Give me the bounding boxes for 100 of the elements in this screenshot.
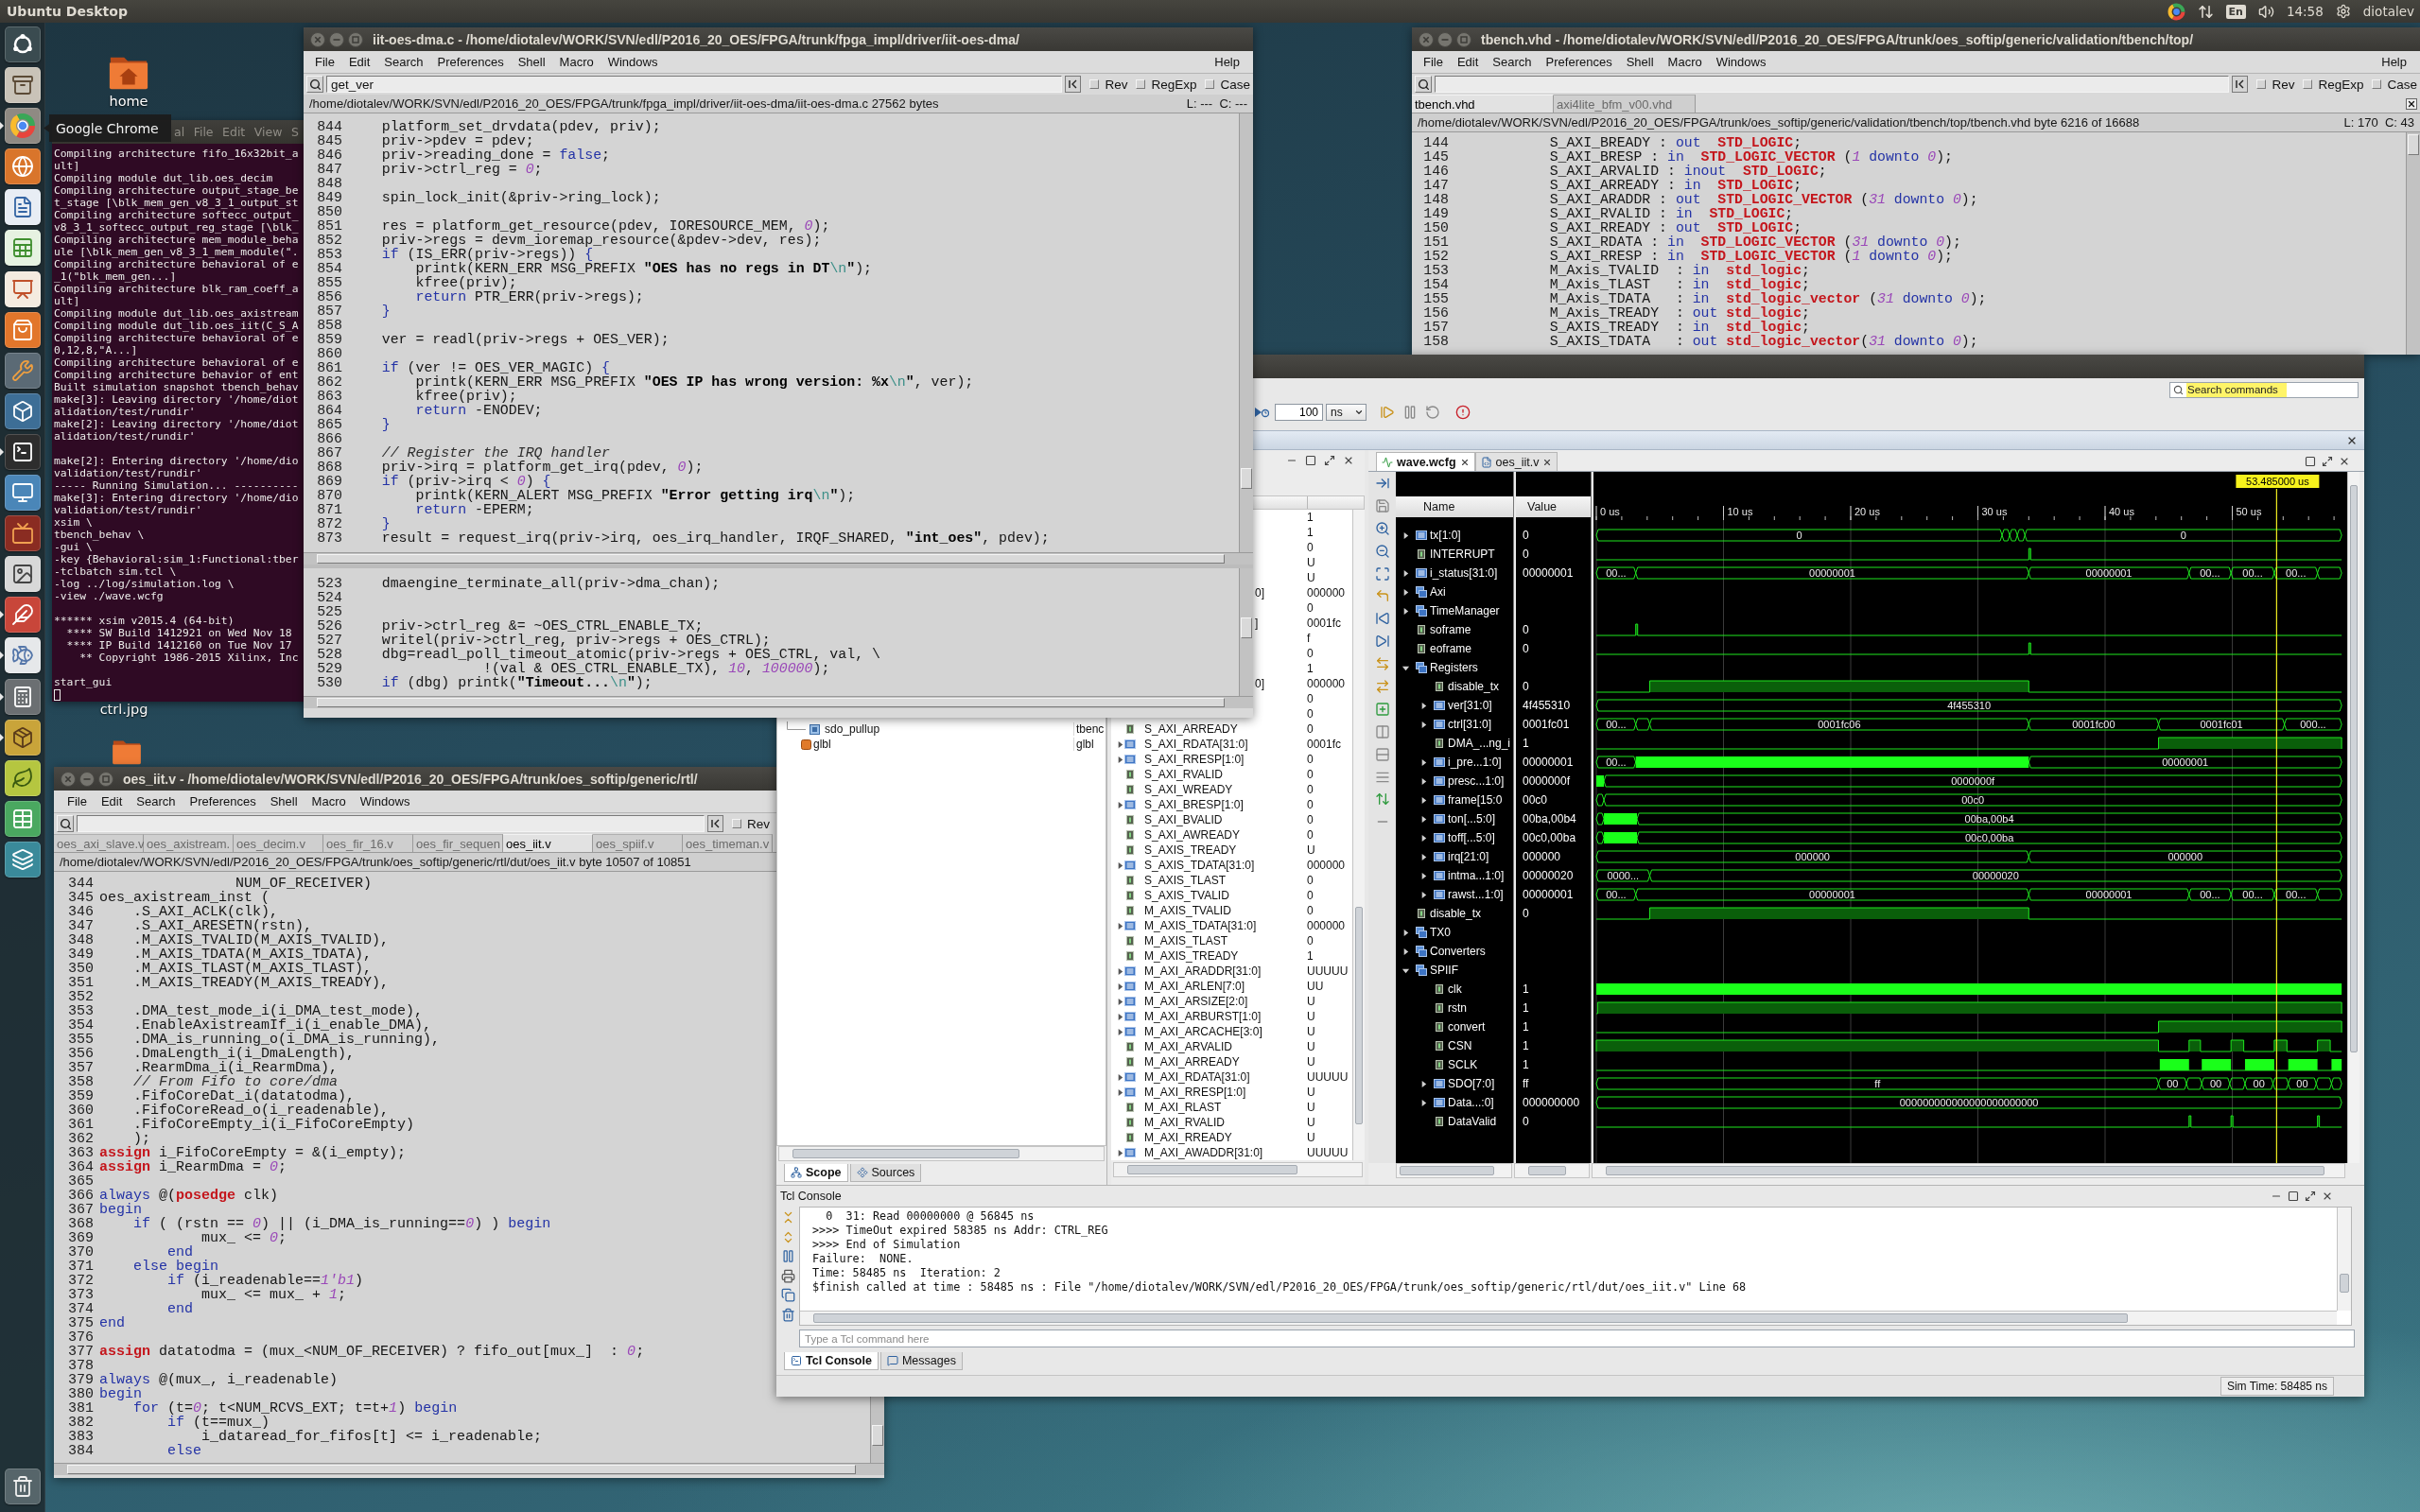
horizontal-scrollbar[interactable]	[304, 696, 1253, 708]
toggle-arrow-icon[interactable]	[1419, 814, 1428, 824]
maximize-icon[interactable]	[1305, 455, 1316, 466]
search-icon[interactable]	[1415, 76, 1432, 93]
window-close-icon[interactable]	[61, 771, 76, 787]
signal-name[interactable]: disable_tx	[1448, 680, 1500, 693]
plus-square-icon[interactable]	[1374, 701, 1390, 717]
toggle-arrow-icon[interactable]	[1116, 1087, 1124, 1097]
chevron-bar-icon[interactable]	[1065, 76, 1082, 93]
signal-name[interactable]: S_AXI_ARREADY	[1144, 722, 1307, 736]
settings-icon[interactable]	[2335, 4, 2351, 19]
toggle-arrow-icon[interactable]	[1116, 739, 1124, 749]
file-tab[interactable]: oes_iit.v	[503, 834, 593, 852]
file-tab[interactable]: oes_fir_16.v	[323, 834, 413, 852]
menu-item[interactable]: File	[67, 794, 87, 808]
vertical-scrollbar[interactable]	[2337, 1208, 2351, 1311]
toggle-arrow-icon[interactable]	[1419, 852, 1428, 861]
menu-item[interactable]: File	[315, 55, 335, 69]
scope-name[interactable]: glbl	[813, 738, 1073, 751]
toggle-arrow-icon[interactable]	[1419, 757, 1428, 767]
signal-name[interactable]: DataValid	[1448, 1115, 1497, 1128]
image-icon[interactable]	[4, 556, 41, 593]
toggle-arrow-icon[interactable]	[1419, 1079, 1428, 1088]
spreadsheet-icon[interactable]	[4, 230, 41, 267]
menu-item[interactable]: Windows	[607, 55, 658, 69]
vertical-scrollbar[interactable]	[1352, 510, 1365, 1160]
signal-name[interactable]: M_AXI_ARREADY	[1144, 1055, 1307, 1069]
time-unit-select[interactable]: ns	[1326, 404, 1367, 421]
signal-name[interactable]: DMA_...ng_i	[1448, 737, 1511, 750]
fish-icon[interactable]	[4, 637, 41, 674]
document-tab[interactable]: oes_iit.v	[1474, 452, 1558, 471]
vertical-scrollbar[interactable]	[2347, 472, 2359, 1163]
toggle-arrow-icon[interactable]	[1116, 800, 1124, 809]
package-icon[interactable]	[4, 719, 41, 756]
skip-back-icon[interactable]	[1374, 611, 1390, 627]
run-time-field[interactable]: 100	[1275, 404, 1323, 421]
signal-name[interactable]: S_AXI_BRESP[1:0]	[1144, 798, 1307, 811]
signal-name[interactable]: M_AXI_ARSIZE[2:0]	[1144, 995, 1307, 1008]
signal-name[interactable]: irq[21:0]	[1448, 850, 1489, 863]
pause-icon[interactable]	[780, 1249, 795, 1263]
window-maximize-icon[interactable]	[98, 771, 113, 787]
signal-name[interactable]: M_AXI_RLAST	[1144, 1101, 1307, 1114]
toggle-arrow-icon[interactable]	[1116, 1012, 1124, 1021]
horizontal-scrollbar[interactable]	[1514, 1163, 1590, 1178]
menu-item[interactable]: Help	[1214, 55, 1240, 69]
file-tab[interactable]: oes_axi_slave.v	[54, 834, 144, 852]
signal-name[interactable]: presc...1:0]	[1448, 774, 1505, 788]
panel-tab[interactable]: Sources	[849, 1163, 922, 1182]
tv-icon[interactable]	[4, 515, 41, 552]
toggle-arrow-icon[interactable]	[1116, 860, 1124, 870]
clock-time[interactable]: 14:58	[2286, 4, 2324, 19]
signal-name[interactable]: ctrl[31:0]	[1448, 718, 1492, 731]
toggle-arrow-icon[interactable]	[1419, 701, 1428, 710]
close-icon[interactable]	[2406, 97, 2417, 110]
toggle-arrow-icon[interactable]	[1402, 606, 1410, 616]
file-tab[interactable]: oes_timeman.v	[683, 834, 773, 852]
toggle-arrow-icon[interactable]	[1419, 833, 1428, 843]
printer-icon[interactable]	[780, 1268, 795, 1283]
signal-name[interactable]: Converters	[1430, 945, 1486, 958]
diagonal-arrows-icon[interactable]	[2322, 456, 2333, 467]
speaker-icon[interactable]	[2257, 3, 2274, 20]
vertical-scrollbar[interactable]	[2406, 132, 2420, 355]
signal-name[interactable]: M_AXI_AWADDR[31:0]	[1144, 1146, 1307, 1159]
panel-tab[interactable]: Scope	[784, 1163, 848, 1182]
rotate-arrow-icon[interactable]	[1425, 405, 1440, 420]
file-tab[interactable]: oes_spiif.v	[593, 834, 683, 852]
signal-name[interactable]: M_AXIS_TREADY	[1144, 949, 1307, 963]
menu-item[interactable]: Preferences	[437, 55, 504, 69]
menu-item[interactable]: Shell	[517, 55, 546, 69]
table-icon[interactable]	[4, 800, 41, 837]
signal-name[interactable]: SCLK	[1448, 1058, 1478, 1071]
signal-name[interactable]: M_AXI_RRESP[1:0]	[1144, 1086, 1307, 1099]
signal-name[interactable]: M_AXIS_TLAST	[1144, 934, 1307, 947]
toggle-arrow-icon[interactable]	[1402, 928, 1410, 937]
signal-name[interactable]: eoframe	[1430, 642, 1472, 655]
window-close-icon[interactable]	[310, 31, 325, 47]
signal-name[interactable]: disable_tx	[1430, 907, 1482, 920]
toggle-arrow-icon[interactable]	[1116, 982, 1124, 991]
menu-item[interactable]: Macro	[1667, 55, 1702, 69]
diagonal-arrows-icon[interactable]	[1324, 455, 1335, 466]
file-tab[interactable]: oes_axistream.	[144, 834, 234, 852]
menu-item[interactable]: Edit	[100, 794, 123, 808]
signal-name[interactable]: clk	[1448, 982, 1462, 996]
toggle-arrow-icon[interactable]	[1402, 568, 1410, 578]
signal-name[interactable]: Axi	[1430, 585, 1446, 599]
signal-name[interactable]: M_AXIS_TDATA[31:0]	[1144, 919, 1307, 932]
toggle-arrow-icon[interactable]	[1116, 1072, 1124, 1082]
signal-name[interactable]: i_status[31:0]	[1430, 566, 1498, 580]
globe-icon[interactable]	[4, 148, 41, 185]
horizontal-scrollbar[interactable]	[304, 552, 1253, 565]
menu-item[interactable]: Preferences	[189, 794, 256, 808]
signal-name[interactable]: M_AXI_ARADDR[31:0]	[1144, 965, 1307, 978]
file-tab[interactable]: axi4lite_bfm_v00.vhd	[1554, 95, 1696, 113]
toggle-arrow-icon[interactable]	[1419, 1098, 1428, 1107]
monitor-icon[interactable]	[4, 475, 41, 512]
play-clock-icon[interactable]	[1254, 405, 1269, 420]
window-minimize-icon[interactable]	[79, 771, 95, 787]
signal-name[interactable]: intma...1:0]	[1448, 869, 1505, 882]
signal-name[interactable]: TX0	[1430, 926, 1451, 939]
file-tab[interactable]: oes_fir_sequen	[413, 834, 503, 852]
